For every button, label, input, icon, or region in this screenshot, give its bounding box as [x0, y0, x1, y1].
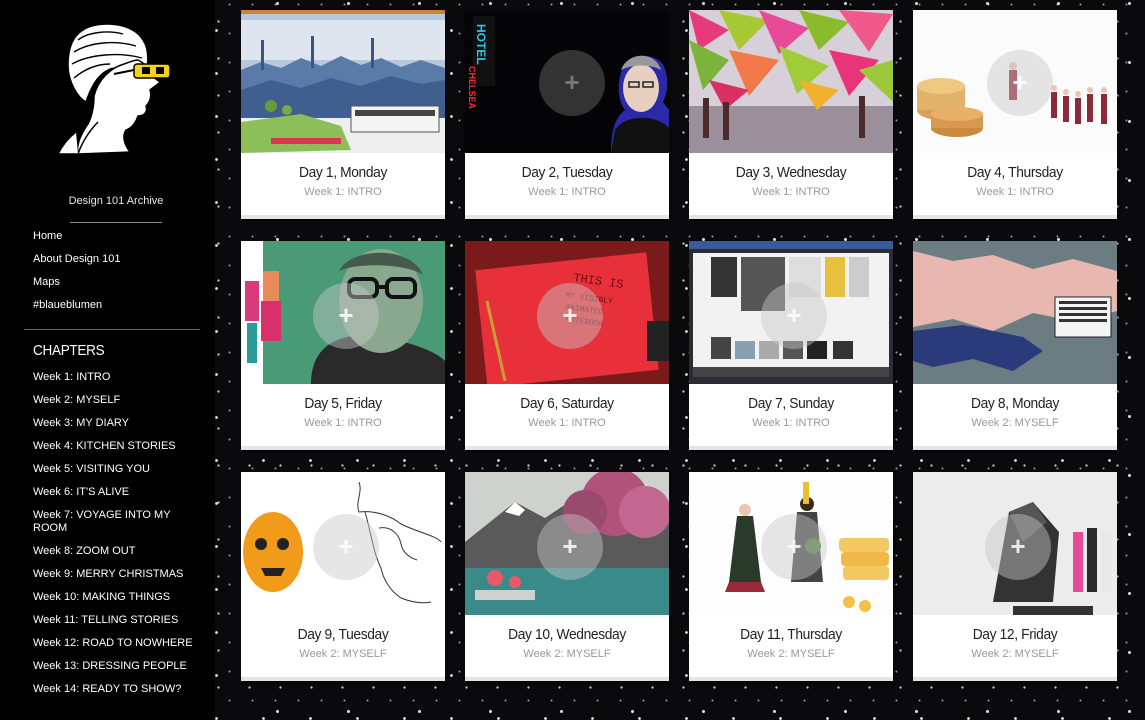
expand-plus-icon[interactable]: + [985, 514, 1051, 580]
nav-home-link[interactable]: Home [33, 225, 120, 248]
post-day-title[interactable]: Day 11, Thursday [697, 626, 885, 643]
post-day-title[interactable]: Day 9, Tuesday [249, 626, 437, 643]
post-card-day-11[interactable]: + Day 11, Thursday Week 2: MYSELF [689, 472, 893, 681]
post-thumbnail[interactable]: + [913, 472, 1117, 615]
post-week-label[interactable]: Week 2: MYSELF [689, 648, 893, 660]
chapter-list: Week 1: INTRO Week 2: MYSELF Week 3: MY … [33, 371, 203, 706]
post-card-day-8[interactable]: Day 8, Monday Week 2: MYSELF [913, 241, 1117, 450]
post-week-label[interactable]: Week 2: MYSELF [241, 648, 445, 660]
post-day-title[interactable]: Day 7, Sunday [697, 395, 885, 412]
expand-plus-icon[interactable]: + [761, 283, 827, 349]
card-footer-bar [465, 446, 669, 450]
post-thumbnail[interactable]: + [689, 472, 893, 615]
expand-plus-icon[interactable]: + [313, 514, 379, 580]
post-week-label[interactable]: Week 2: MYSELF [465, 648, 669, 660]
post-thumbnail[interactable] [913, 241, 1117, 384]
archive-title[interactable]: Design 101 Archive [30, 195, 202, 207]
post-card-day-10[interactable]: + Day 10, Wednesday Week 2: MYSELF [465, 472, 669, 681]
expand-plus-icon[interactable]: + [761, 514, 827, 580]
post-card-day-5[interactable]: + Day 5, Friday Week 1: INTRO [241, 241, 445, 450]
post-thumbnail[interactable]: + [913, 10, 1117, 153]
hotel-sign-text: CHELSEA [467, 66, 477, 110]
post-week-label[interactable]: Week 1: INTRO [689, 186, 893, 198]
post-week-label[interactable]: Week 1: INTRO [913, 186, 1117, 198]
post-day-title[interactable]: Day 12, Friday [921, 626, 1109, 643]
post-day-title[interactable]: Day 8, Monday [921, 395, 1109, 412]
post-week-label[interactable]: Week 1: INTRO [241, 417, 445, 429]
post-day-title[interactable]: Day 5, Friday [249, 395, 437, 412]
post-week-label[interactable]: Week 2: MYSELF [913, 648, 1117, 660]
chapters-heading: CHAPTERS [33, 342, 105, 359]
post-thumbnail[interactable]: + [465, 472, 669, 615]
chapter-link-week-10[interactable]: Week 10: MAKING THINGS [33, 591, 203, 604]
chapter-link-week-14[interactable]: Week 14: READY TO SHOW? [33, 683, 203, 696]
expand-plus-icon[interactable]: + [539, 50, 605, 116]
card-footer-bar [465, 677, 669, 681]
card-footer-bar [913, 215, 1117, 219]
post-day-title[interactable]: Day 6, Saturday [473, 395, 661, 412]
post-day-title[interactable]: Day 3, Wednesday [697, 164, 885, 181]
card-footer-bar [465, 215, 669, 219]
chapter-link-week-11[interactable]: Week 11: TELLING STORIES [33, 614, 203, 627]
post-thumbnail[interactable]: + [241, 472, 445, 615]
card-footer-bar [689, 215, 893, 219]
nav-blaueblumen-link[interactable]: #blaueblumen [33, 294, 120, 317]
post-thumbnail[interactable]: + [241, 241, 445, 384]
card-footer-bar [241, 677, 445, 681]
chapter-link-week-9[interactable]: Week 9: MERRY CHRISTMAS [33, 568, 203, 581]
post-card-day-2[interactable]: HOTEL CHELSEA + Day 2, Tuesday Week 1: I… [465, 10, 669, 219]
post-thumbnail[interactable]: + [689, 241, 893, 384]
expand-plus-icon[interactable]: + [537, 283, 603, 349]
card-footer-bar [913, 677, 1117, 681]
hotel-sign-text: HOTEL [474, 24, 488, 65]
post-day-title[interactable]: Day 4, Thursday [921, 164, 1109, 181]
post-thumbnail[interactable] [689, 10, 893, 153]
divider [70, 222, 162, 223]
post-card-day-4[interactable]: + Day 4, Thursday Week 1: INTRO [913, 10, 1117, 219]
sidebar: Design 101 Archive Home About Design 101… [0, 0, 215, 720]
chapter-link-week-2[interactable]: Week 2: MYSELF [33, 394, 203, 407]
post-week-label[interactable]: Week 1: INTRO [241, 186, 445, 198]
chapter-link-week-8[interactable]: Week 8: ZOOM OUT [33, 545, 203, 558]
chapter-link-week-6[interactable]: Week 6: IT'S ALIVE [33, 486, 203, 499]
card-footer-bar [689, 677, 893, 681]
post-week-label[interactable]: Week 1: INTRO [689, 417, 893, 429]
card-footer-bar [241, 446, 445, 450]
chapter-link-week-4[interactable]: Week 4: KITCHEN STORIES [33, 440, 203, 453]
chapter-link-week-7[interactable]: Week 7: VOYAGE INTO MY ROOM [33, 509, 173, 535]
post-week-label[interactable]: Week 1: INTRO [465, 417, 669, 429]
post-week-label[interactable]: Week 2: MYSELF [913, 417, 1117, 429]
post-card-day-3[interactable]: Day 3, Wednesday Week 1: INTRO [689, 10, 893, 219]
expand-plus-icon[interactable]: + [313, 283, 379, 349]
chapter-link-week-3[interactable]: Week 3: MY DIARY [33, 417, 203, 430]
chapter-link-week-12[interactable]: Week 12: ROAD TO NOWHERE [33, 637, 203, 650]
woman-profile-icon [56, 23, 171, 155]
chapter-link-week-5[interactable]: Week 5: VISITING YOU [33, 463, 203, 476]
card-footer-bar [241, 215, 445, 219]
card-footer-bar [913, 446, 1117, 450]
nav-maps-link[interactable]: Maps [33, 271, 120, 294]
card-footer-bar [689, 446, 893, 450]
post-card-day-12[interactable]: + Day 12, Friday Week 2: MYSELF [913, 472, 1117, 681]
post-thumbnail[interactable]: THIS IS MY VISIBLY ANIMATED NOTEBOOK + [465, 241, 669, 384]
post-day-title[interactable]: Day 10, Wednesday [473, 626, 661, 643]
post-card-day-6[interactable]: THIS IS MY VISIBLY ANIMATED NOTEBOOK + D… [465, 241, 669, 450]
nav-about-link[interactable]: About Design 101 [33, 248, 120, 271]
post-week-label[interactable]: Week 1: INTRO [465, 186, 669, 198]
site-logo[interactable] [38, 20, 178, 160]
chapter-link-week-13[interactable]: Week 13: DRESSING PEOPLE [33, 660, 203, 673]
chapter-link-week-1[interactable]: Week 1: INTRO [33, 371, 203, 384]
post-card-day-9[interactable]: + Day 9, Tuesday Week 2: MYSELF [241, 472, 445, 681]
post-thumbnail[interactable] [241, 10, 445, 153]
expand-plus-icon[interactable]: + [987, 50, 1053, 116]
post-thumbnail[interactable]: HOTEL CHELSEA + [465, 10, 669, 153]
main-nav: Home About Design 101 Maps #blaueblumen [33, 225, 120, 317]
post-day-title[interactable]: Day 1, Monday [249, 164, 437, 181]
post-card-day-7[interactable]: + Day 7, Sunday Week 1: INTRO [689, 241, 893, 450]
post-day-title[interactable]: Day 2, Tuesday [473, 164, 661, 181]
post-card-day-1[interactable]: Day 1, Monday Week 1: INTRO [241, 10, 445, 219]
divider [24, 329, 200, 330]
expand-plus-icon[interactable]: + [537, 514, 603, 580]
